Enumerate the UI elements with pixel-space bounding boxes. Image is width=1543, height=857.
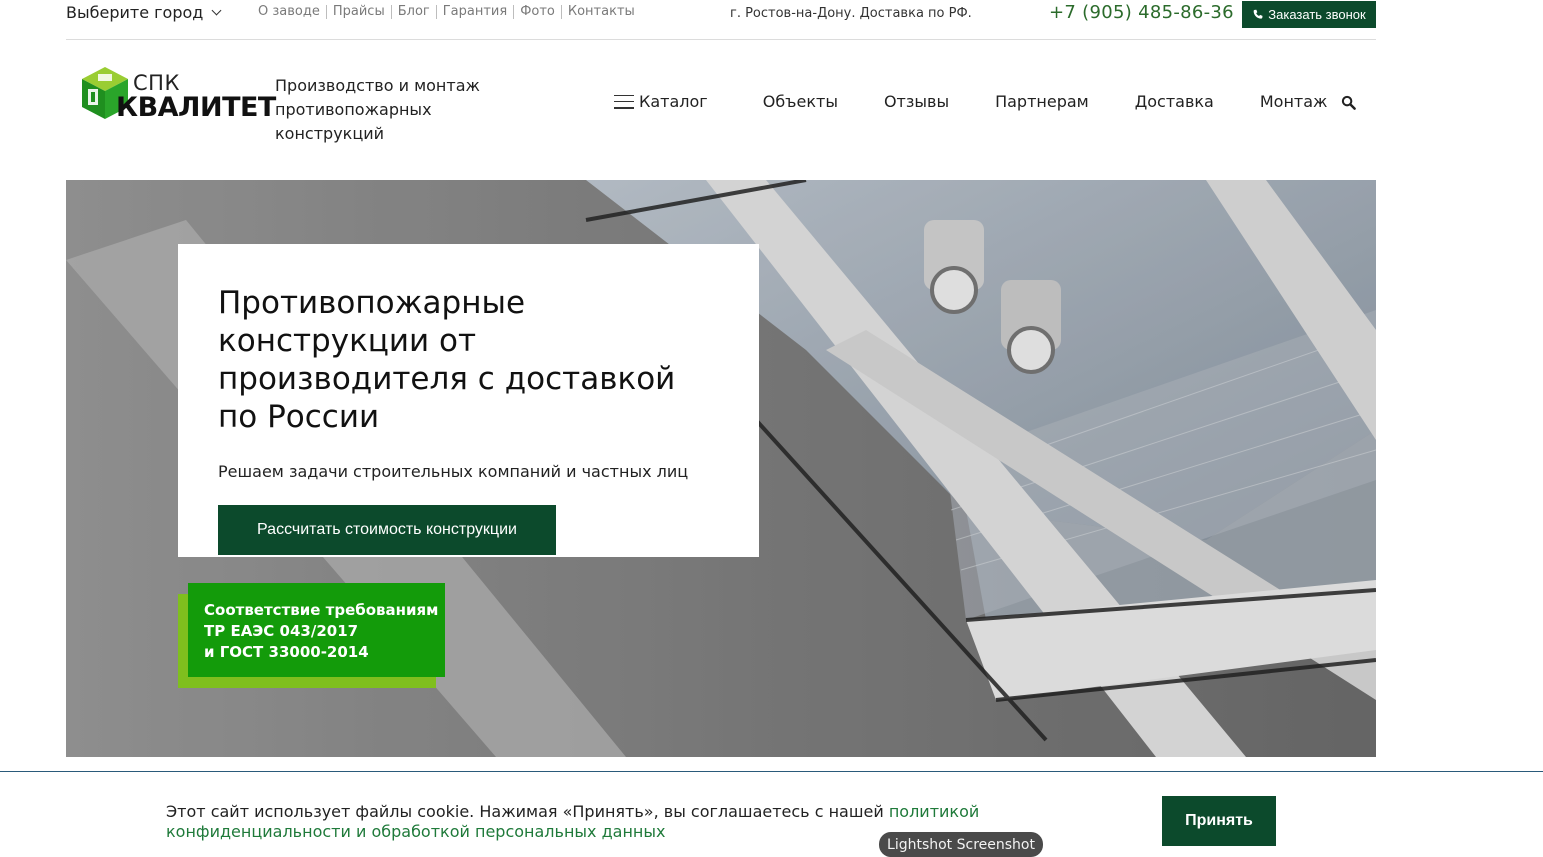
top-link-blog[interactable]: Блог bbox=[390, 5, 436, 19]
search-icon[interactable] bbox=[1341, 95, 1356, 110]
top-link-photo[interactable]: Фото bbox=[513, 5, 561, 19]
phone-link[interactable]: +7 (905) 485-86-36 bbox=[1049, 2, 1234, 23]
nav-mounting[interactable]: Монтаж bbox=[1260, 92, 1328, 111]
phone-icon bbox=[1253, 9, 1263, 19]
chevron-down-icon bbox=[211, 5, 222, 16]
city-label: Выберите город bbox=[66, 3, 204, 22]
callback-label: Заказать звонок bbox=[1268, 7, 1366, 22]
hero-title: Противопожарные конструкции от производи… bbox=[218, 285, 676, 435]
cookie-message: Этот сайт использует файлы cookie. Нажим… bbox=[166, 802, 889, 821]
badge-line-3: и ГОСТ 33000-2014 bbox=[204, 643, 369, 661]
badge-line-1: Соответствие требованиям bbox=[204, 601, 439, 619]
nav-delivery[interactable]: Доставка bbox=[1135, 92, 1214, 111]
callback-button[interactable]: Заказать звонок bbox=[1242, 1, 1376, 28]
nav-objects[interactable]: Объекты bbox=[763, 92, 838, 111]
nav-partners[interactable]: Партнерам bbox=[995, 92, 1089, 111]
hero-card: Противопожарные конструкции от производи… bbox=[178, 244, 759, 557]
address-text: г. Ростов-на-Дону. Доставка по РФ. bbox=[730, 6, 972, 21]
top-bar: Выберите город О заводе Прайсы Блог Гара… bbox=[66, 0, 1376, 40]
cookie-banner: Этот сайт использует файлы cookie. Нажим… bbox=[0, 771, 1543, 857]
nav-catalog-label: Каталог bbox=[639, 92, 708, 111]
top-link-warranty[interactable]: Гарантия bbox=[435, 5, 513, 19]
top-links: О заводе Прайсы Блог Гарантия Фото Конта… bbox=[258, 5, 641, 19]
site-tagline: Производство и монтаж противопожарных ко… bbox=[275, 76, 480, 143]
menu-icon bbox=[614, 94, 634, 109]
hero-section: Противопожарные конструкции от производи… bbox=[66, 180, 1376, 757]
nav-catalog[interactable]: Каталог bbox=[614, 92, 708, 111]
badge-line-2: ТР ЕАЭС 043/2017 bbox=[204, 622, 359, 640]
top-link-about[interactable]: О заводе bbox=[258, 5, 326, 19]
city-selector[interactable]: Выберите город bbox=[66, 3, 222, 22]
site-logo[interactable]: СПК КВАЛИТЕТ bbox=[80, 64, 276, 124]
main-nav: Каталог Объекты Отзывы Партнерам Доставк… bbox=[614, 92, 1373, 111]
lightshot-tooltip: Lightshot Screenshot bbox=[879, 832, 1043, 857]
accept-cookies-button[interactable]: Принять bbox=[1162, 796, 1276, 846]
calculate-cost-button[interactable]: Рассчитать стоимость конструкции bbox=[218, 505, 556, 555]
compliance-badge: Соответствие требованиям ТР ЕАЭС 043/201… bbox=[188, 583, 445, 677]
nav-reviews[interactable]: Отзывы bbox=[884, 92, 949, 111]
hero-subtitle: Решаем задачи строительных компаний и ча… bbox=[218, 462, 689, 481]
logo-name-text: КВАЛИТЕТ bbox=[116, 92, 276, 123]
top-link-contacts[interactable]: Контакты bbox=[560, 5, 641, 19]
top-link-prices[interactable]: Прайсы bbox=[325, 5, 391, 19]
